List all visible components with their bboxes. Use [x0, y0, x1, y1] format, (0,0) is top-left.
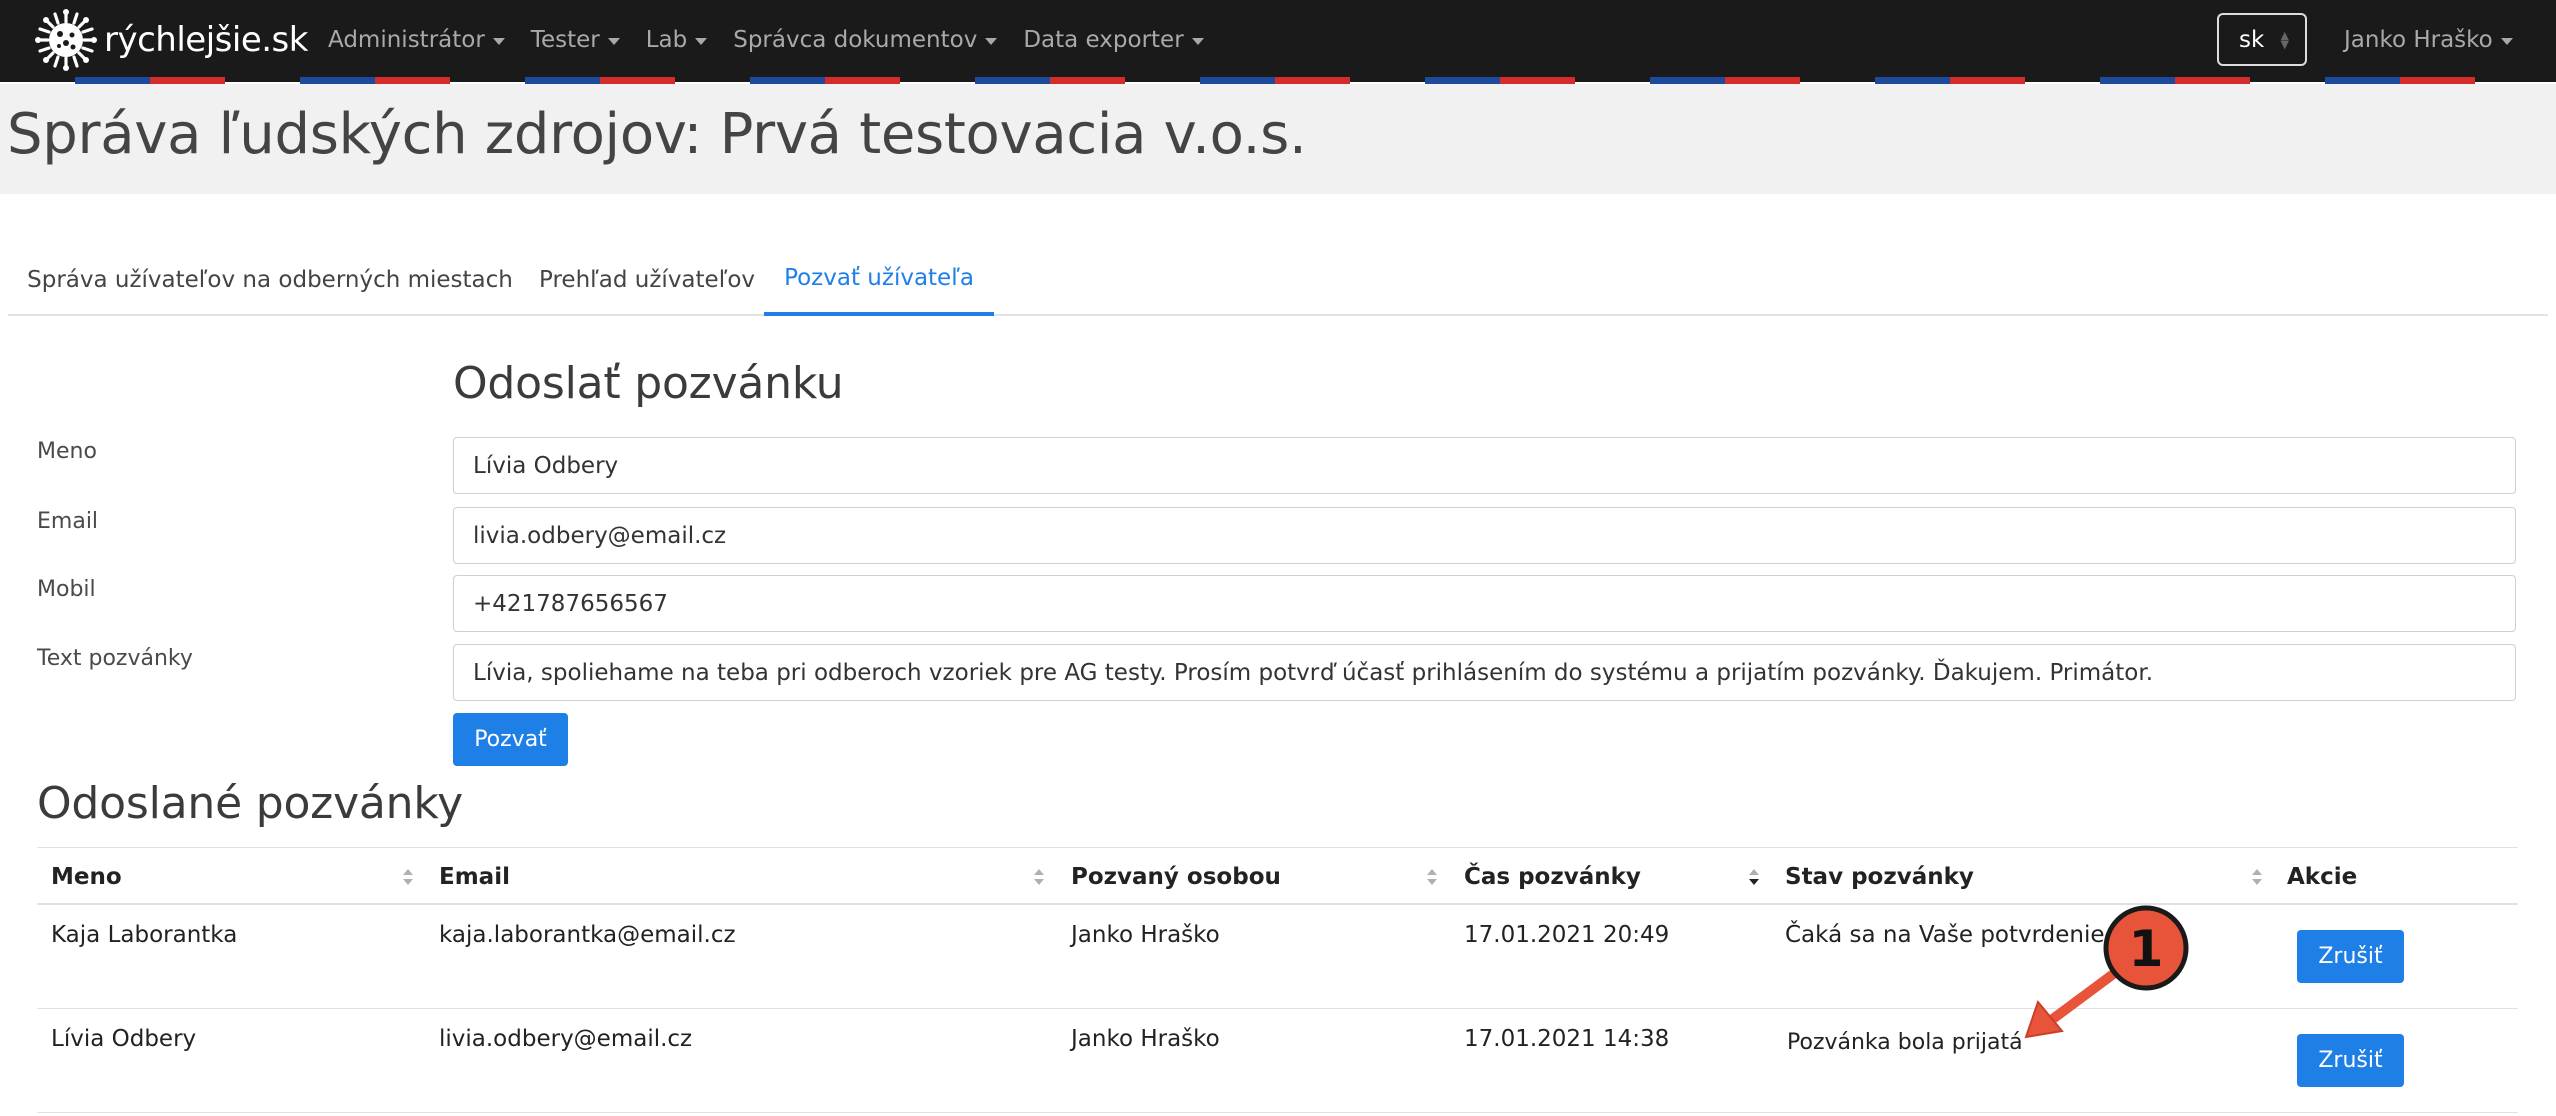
- flag-stripe: [1650, 77, 1725, 84]
- column-header-invited-by[interactable]: Pozvaný osobou: [1071, 848, 1281, 906]
- menu-lab[interactable]: Lab: [646, 27, 708, 53]
- flag-stripe: [1875, 77, 1950, 84]
- chevron-down-icon: [695, 37, 708, 45]
- invite-text-label: Text pozvánky: [37, 646, 193, 671]
- mobile-label: Mobil: [37, 577, 96, 602]
- cell-invited-by: Janko Hraško: [1071, 1026, 1220, 1052]
- page-header: Správa ľudských zdrojov: Prvá testovacia…: [0, 84, 2556, 194]
- flag-stripe: [2400, 77, 2475, 84]
- flag-stripe: [1275, 77, 1350, 84]
- menu-label: Lab: [645, 27, 688, 53]
- cell-name: Lívia Odbery: [51, 1026, 197, 1052]
- table-row: Lívia Odbery livia.odbery@email.cz Janko…: [37, 1009, 2518, 1113]
- cell-time: 17.01.2021 20:49: [1464, 922, 1670, 948]
- sort-icon[interactable]: [1032, 867, 1046, 887]
- column-header-time[interactable]: Čas pozvánky: [1464, 848, 1641, 906]
- name-label: Meno: [37, 439, 97, 464]
- invite-text-field[interactable]: Lívia, spoliehame na teba pri odberoch v…: [453, 644, 2516, 701]
- cancel-invitation-button[interactable]: Zrušiť: [2297, 1034, 2404, 1087]
- column-header-email[interactable]: Email: [439, 848, 510, 906]
- menu-administrator[interactable]: Administrátor: [328, 27, 505, 53]
- chevron-down-icon: [2500, 37, 2513, 45]
- mobile-field[interactable]: +421787656567: [453, 575, 2516, 632]
- flag-stripe: [1950, 77, 2025, 84]
- flag-stripe: [1050, 77, 1125, 84]
- flag-stripe: [1500, 77, 1575, 84]
- main-menu: Administrátor Tester Lab Správca dokumen…: [328, 0, 1230, 80]
- tab-bar: Správa užívateľov na odberných miestach …: [8, 244, 2548, 316]
- brand-logo[interactable]: rýchlejšie.sk: [34, 9, 308, 71]
- invite-button[interactable]: Pozvať: [453, 713, 568, 766]
- flag-stripe: [150, 77, 225, 84]
- flag-stripe: [1425, 77, 1500, 84]
- sort-icon[interactable]: [401, 867, 415, 887]
- flag-stripe: [300, 77, 375, 84]
- top-navbar: rýchlejšie.sk Administrátor Tester Lab S…: [0, 0, 2556, 82]
- flag-stripe: [525, 77, 600, 84]
- language-value: sk: [2239, 26, 2265, 53]
- chevron-down-icon: [1191, 37, 1204, 45]
- language-select[interactable]: sk ▲ ▼: [2217, 13, 2307, 66]
- menu-data-exporter[interactable]: Data exporter: [1023, 27, 1204, 53]
- flag-stripe: [750, 77, 825, 84]
- flag-stripes-decoration: [0, 77, 2556, 84]
- chevron-down-icon: [492, 37, 505, 45]
- flag-stripe: [375, 77, 450, 84]
- menu-label: Administrátor: [328, 27, 485, 53]
- virus-logo-icon: [35, 9, 97, 71]
- cell-time: 17.01.2021 14:38: [1464, 1026, 1670, 1052]
- email-label: Email: [37, 509, 99, 534]
- flag-stripe: [2325, 77, 2400, 84]
- flag-stripe: [75, 77, 150, 84]
- sort-desc-icon[interactable]: [1747, 867, 1761, 887]
- cell-email: kaja.laborantka@email.cz: [439, 922, 736, 948]
- page-title: Správa ľudských zdrojov: Prvá testovacia…: [7, 102, 1307, 167]
- brand-name: rýchlejšie.sk: [104, 20, 308, 60]
- user-menu[interactable]: Janko Hraško: [2344, 0, 2513, 80]
- cell-name: Kaja Laborantka: [51, 922, 238, 948]
- cell-invited-by: Janko Hraško: [1071, 922, 1220, 948]
- flag-stripe: [1200, 77, 1275, 84]
- chevron-down-icon: [985, 37, 998, 45]
- form-heading: Odoslať pozvánku: [453, 358, 844, 409]
- flag-stripe: [825, 77, 900, 84]
- cell-email: livia.odbery@email.cz: [439, 1026, 693, 1052]
- cancel-invitation-button[interactable]: Zrušiť: [2297, 930, 2404, 983]
- tab-users-on-sites[interactable]: Správa užívateľov na odberných miestach: [8, 244, 532, 316]
- tab-users-overview[interactable]: Prehľad užívateľov: [532, 244, 762, 316]
- table-row: Kaja Laborantka kaja.laborantka@email.cz…: [37, 905, 2518, 1009]
- flag-stripe: [2100, 77, 2175, 84]
- name-field[interactable]: Lívia Odbery: [453, 437, 2516, 494]
- menu-label: Tester: [530, 27, 600, 53]
- chevron-down-icon: [607, 37, 620, 45]
- email-field[interactable]: livia.odbery@email.cz: [453, 507, 2516, 564]
- flag-stripe: [600, 77, 675, 84]
- sort-icon[interactable]: [1425, 867, 1439, 887]
- flag-stripe: [1725, 77, 1800, 84]
- sent-invitations-heading: Odoslané pozvánky: [37, 778, 463, 829]
- column-header-status[interactable]: Stav pozvánky: [1785, 848, 1974, 906]
- tab-invite-user[interactable]: Pozvať užívateľa: [764, 244, 994, 316]
- column-header-actions: Akcie: [2287, 864, 2358, 890]
- menu-label: Správca dokumentov: [733, 27, 978, 53]
- cell-status: Pozvánka bola prijatá: [1787, 1029, 2023, 1055]
- cell-status: Čaká sa na Vaše potvrdenie: [1785, 922, 2105, 948]
- select-arrows-icon: ▲ ▼: [2280, 29, 2289, 51]
- flag-stripe: [975, 77, 1050, 84]
- menu-tester[interactable]: Tester: [531, 27, 620, 53]
- menu-label: Data exporter: [1023, 27, 1184, 53]
- menu-document-manager[interactable]: Správca dokumentov: [733, 27, 998, 53]
- table-header: Meno Email Pozvaný osobou Čas pozvánky S…: [37, 847, 2518, 905]
- flag-stripe: [2175, 77, 2250, 84]
- column-header-name[interactable]: Meno: [51, 848, 122, 906]
- user-name: Janko Hraško: [2344, 27, 2493, 53]
- sort-icon[interactable]: [2250, 867, 2264, 887]
